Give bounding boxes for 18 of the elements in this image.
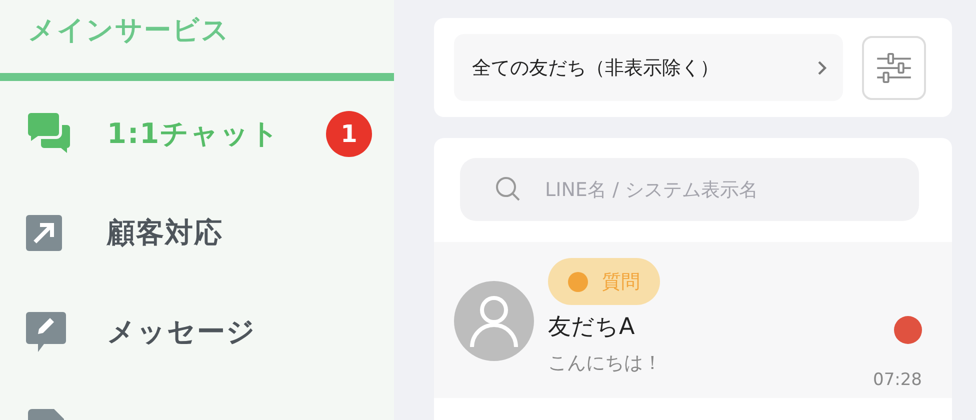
- search-field[interactable]: LINE名 / システム表示名: [460, 158, 919, 221]
- message-preview: こんにちは！: [548, 351, 663, 376]
- tag-label: 質問: [602, 270, 640, 294]
- message-time: 07:28: [873, 370, 922, 390]
- contact-name: 友だちA: [548, 313, 636, 342]
- sidebar-item[interactable]: 顧客対応: [0, 183, 394, 282]
- chevron-icon: [817, 60, 827, 76]
- search-icon: [495, 176, 521, 202]
- unread-count-badge: 1: [326, 110, 372, 156]
- sidebar-item[interactable]: メッセージ: [0, 282, 394, 381]
- pencil-bubble-icon: [26, 312, 66, 352]
- chat-list-item[interactable]: 質問 友だちA こんにちは！ 07:28: [434, 242, 952, 398]
- friend-filter-dropdown[interactable]: 全ての友だち（非表示除く）: [454, 34, 843, 101]
- settings-button[interactable]: [862, 36, 926, 100]
- sliders-icon: [875, 52, 913, 82]
- sidebar-item[interactable]: 1:1チャット 1: [0, 84, 394, 183]
- chat-bubbles-icon: [26, 112, 72, 154]
- section-title: メインサービス: [27, 14, 231, 48]
